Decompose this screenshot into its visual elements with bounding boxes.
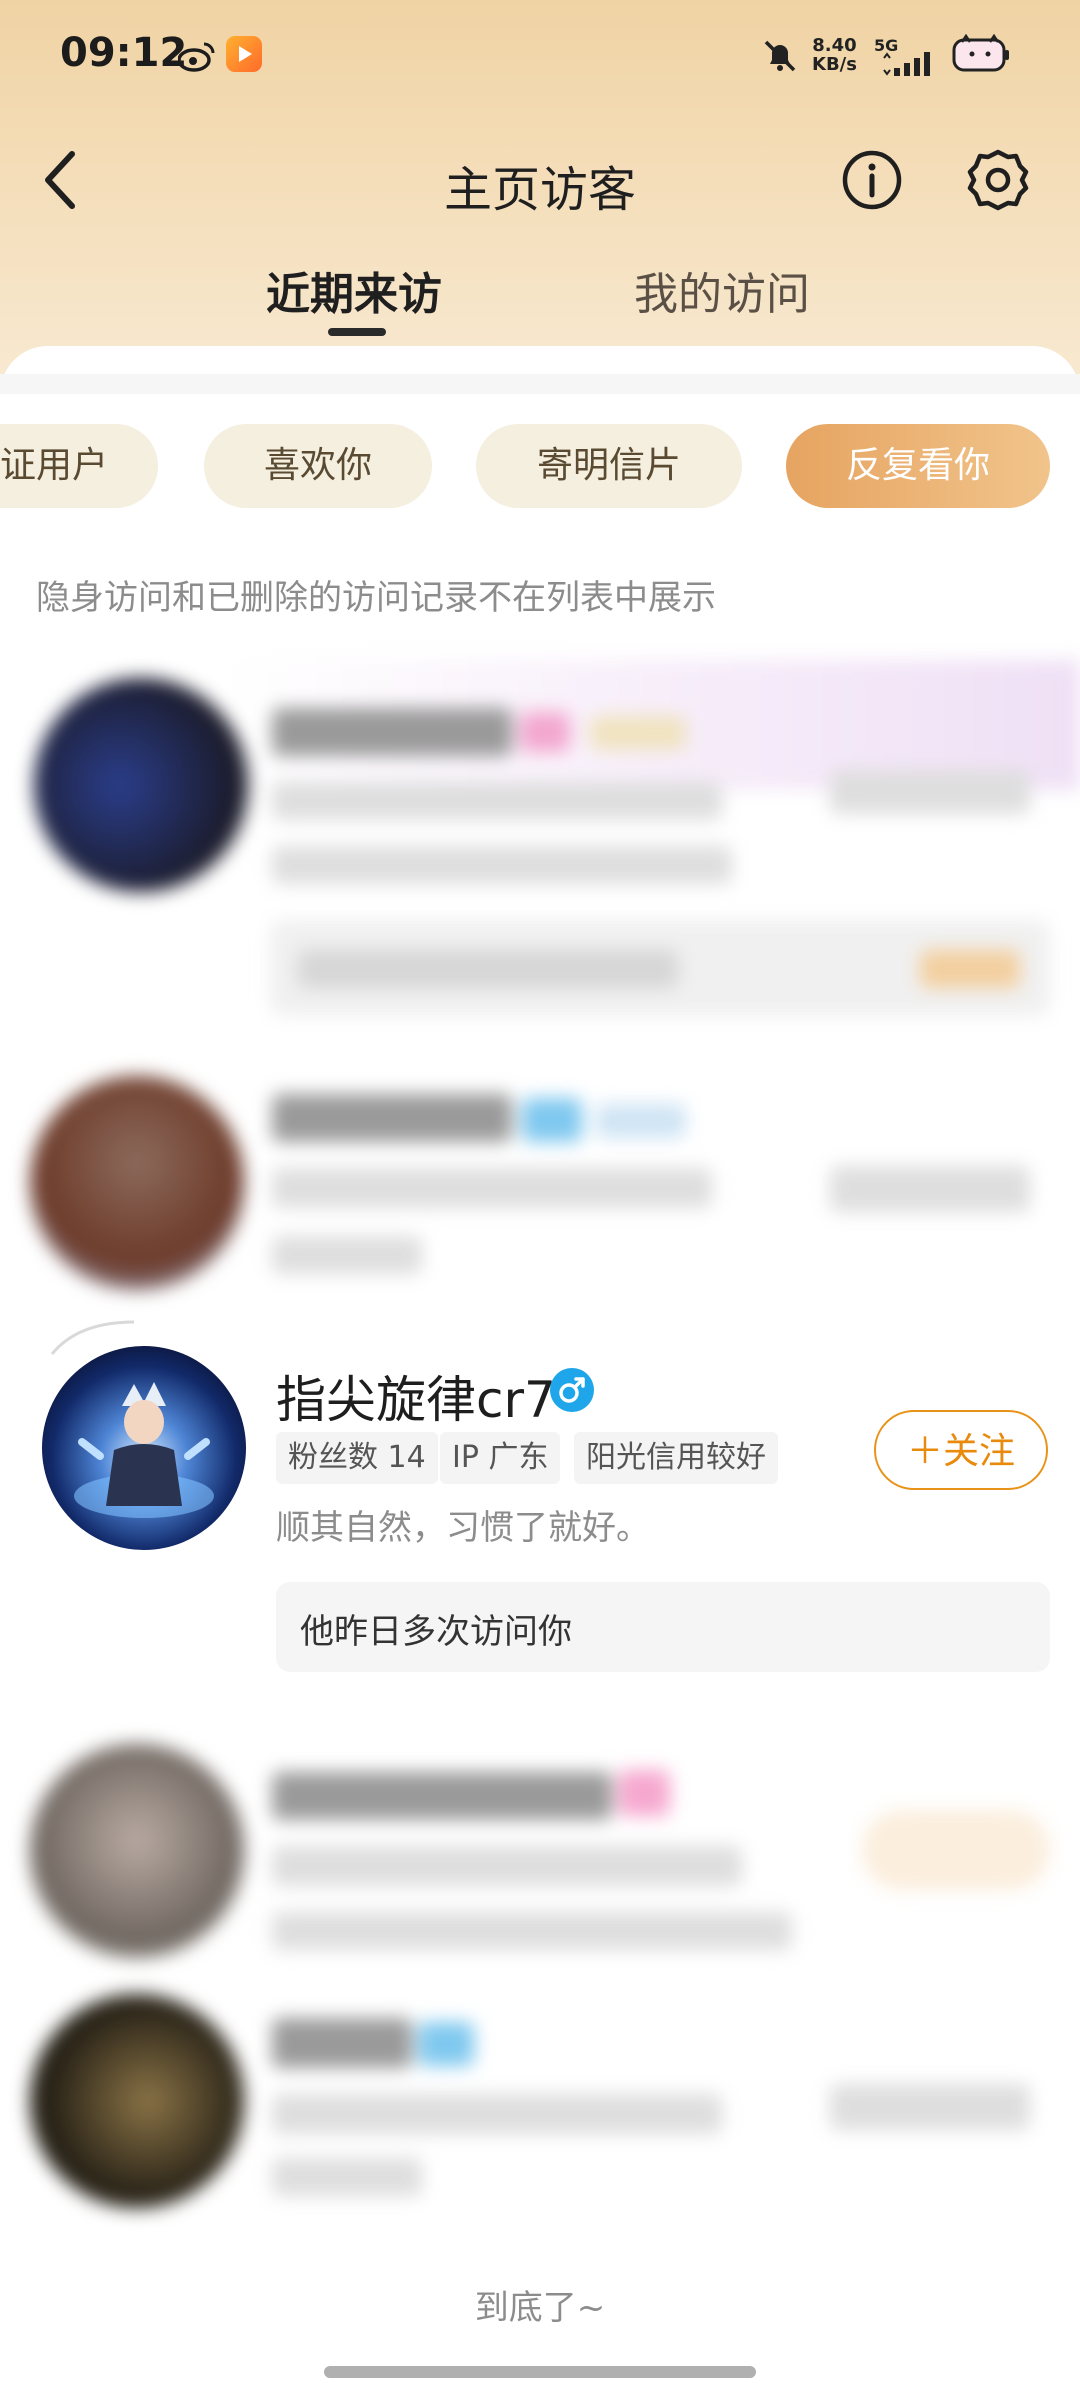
visit-note-text: 他昨日多次访问你: [300, 1612, 572, 1652]
mute-bell-icon: [764, 40, 796, 72]
network-speed: 8.40 KB/s: [812, 36, 857, 74]
info-icon[interactable]: [840, 148, 904, 212]
weibo-icon: [178, 42, 215, 72]
blurred-visitor-row-2[interactable]: [0, 1060, 1080, 1310]
credit-tag: 阳光信用较好: [574, 1432, 778, 1484]
status-bar: 09:12 8.40 KB/s 5G: [0, 0, 1080, 110]
visitor-name[interactable]: 指尖旋律cr7: [276, 1360, 556, 1432]
fans-count-tag: 粉丝数 14: [276, 1432, 438, 1484]
filter-chip-verified-users[interactable]: 证用户: [0, 424, 158, 508]
signal-strength-icon: [883, 52, 930, 76]
visit-frequency-note[interactable]: 他昨日多次访问你: [276, 1582, 1050, 1672]
video-app-icon: [226, 36, 262, 72]
status-time: 09:12: [60, 30, 188, 76]
male-symbol-icon: [559, 1377, 585, 1403]
visitor-avatar[interactable]: [42, 1346, 246, 1550]
page-title: 主页访客: [443, 162, 636, 218]
tab-recent-visits[interactable]: 近期来访: [266, 258, 442, 322]
net-speed-value: 8.40: [812, 35, 857, 56]
content-divider: [0, 374, 1080, 394]
blurred-visitor-row-1[interactable]: [0, 650, 1080, 1030]
visitor-bio: 顺其自然，习惯了就好。: [276, 1508, 650, 1548]
filter-chip-repeat-views[interactable]: 反复看你: [786, 424, 1050, 508]
active-tab-indicator: [328, 328, 386, 336]
battery-icon: [952, 34, 1009, 72]
end-of-list-text: 到底了~: [474, 2288, 606, 2328]
filter-chip-likes-you[interactable]: 喜欢你: [204, 424, 432, 508]
follow-button[interactable]: ＋关注: [874, 1410, 1048, 1490]
blurred-visitor-row-3[interactable]: [0, 1720, 1080, 1970]
tab-my-visits[interactable]: 我的访问: [634, 258, 810, 322]
home-indicator[interactable]: [324, 2366, 756, 2378]
net-speed-unit: KB/s: [812, 54, 857, 75]
male-gender-icon: [550, 1368, 594, 1412]
filter-chip-postcard[interactable]: 寄明信片: [476, 424, 742, 508]
privacy-notice: 隐身访问和已删除的访问记录不在列表中展示: [36, 578, 716, 618]
ip-location-tag: IP 广东: [440, 1432, 561, 1484]
blurred-visitor-row-4[interactable]: [0, 1980, 1080, 2220]
gear-icon[interactable]: [964, 146, 1032, 214]
avatar-image: [42, 1346, 246, 1550]
